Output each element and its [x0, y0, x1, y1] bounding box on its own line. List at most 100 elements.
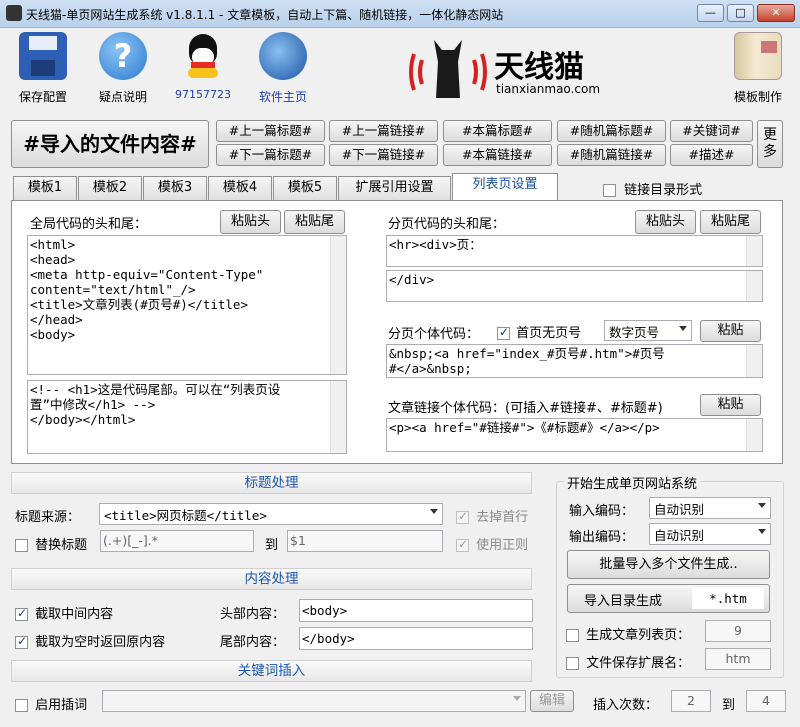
single-code-scrollbar[interactable]: [746, 345, 762, 377]
article-code-scrollbar[interactable]: [746, 419, 762, 451]
insert-count-to[interactable]: 4: [746, 690, 786, 712]
logo: 天线猫 tianxianmao.com: [408, 32, 608, 102]
ext-input[interactable]: htm: [705, 648, 771, 670]
chevron-down-icon: [679, 326, 687, 331]
use-regex-checkbox[interactable]: 使用正则: [456, 534, 528, 553]
qq-button[interactable]: 97157723: [167, 32, 239, 101]
tail-code-textarea[interactable]: <!-- <h1>这是代码尾部。可以在“列表页设 置”中修改</h1> --> …: [27, 380, 347, 454]
empty-return-checkbox[interactable]: 截取为空时返回原内容: [15, 631, 165, 650]
title-bar: 天线猫-单页网站生成系统 v1.8.1.1 - 文章模板，自动上下篇、随机链接，…: [0, 0, 800, 28]
single-code-textarea[interactable]: &nbsp;<a href="index_#页号#.htm">#页号 #</a>…: [386, 344, 763, 378]
enable-keyword-checkbox[interactable]: 启用插词: [15, 694, 87, 713]
page-head-textarea[interactable]: <hr><div>页：: [386, 235, 763, 267]
tag-button[interactable]: #随机篇链接#: [557, 144, 666, 166]
use-regex-check[interactable]: [456, 537, 469, 552]
single-paste-button[interactable]: 粘贴: [700, 320, 761, 342]
first-no-num-checkbox[interactable]: 首页无页号: [497, 322, 581, 341]
replace-from-input[interactable]: (.+)[_-].*: [100, 530, 254, 552]
question-icon: ?: [99, 32, 147, 80]
input-enc-label: 输入编码：: [569, 504, 635, 519]
gen-list-checkbox[interactable]: 生成文章列表页：: [566, 624, 690, 643]
page-paste-head-button[interactable]: 粘贴头: [635, 210, 696, 234]
insert-count-label: 插入次数：: [593, 698, 659, 713]
tag-button[interactable]: #下一篇链接#: [329, 144, 438, 166]
tab-1[interactable]: 模板1: [13, 176, 77, 200]
window-title: 天线猫-单页网站生成系统 v1.8.1.1 - 文章模板，自动上下篇、随机链接，…: [26, 8, 504, 22]
tail-content-label: 尾部内容：: [220, 635, 286, 650]
paste-head-button[interactable]: 粘贴头: [220, 210, 281, 234]
more-tags-button[interactable]: 更多: [757, 120, 783, 168]
gen-list-check[interactable]: [566, 629, 579, 642]
tag-button[interactable]: #本篇链接#: [443, 144, 552, 166]
keyword-header: 关键词插入: [11, 660, 532, 682]
first-no-num-check[interactable]: [497, 325, 510, 340]
global-code-label: 全局代码的头和尾：: [30, 217, 148, 232]
batch-import-button[interactable]: 批量导入多个文件生成..: [567, 550, 770, 579]
keyword-select[interactable]: [102, 690, 526, 712]
tab-7[interactable]: 列表页设置: [452, 173, 558, 201]
input-enc-select[interactable]: 自动识别: [649, 497, 771, 519]
page-tail-scrollbar[interactable]: [746, 271, 762, 301]
page-head-scrollbar[interactable]: [746, 236, 762, 266]
tail-content-input[interactable]: </body>: [299, 627, 533, 650]
homepage-button[interactable]: 软件主页: [247, 32, 319, 105]
tab-2[interactable]: 模板2: [78, 176, 142, 200]
ext-check[interactable]: [566, 657, 579, 670]
maximize-button[interactable]: □: [727, 4, 754, 22]
page-paste-tail-button[interactable]: 粘贴尾: [700, 210, 761, 234]
replace-title-checkbox[interactable]: 替换标题: [15, 534, 87, 553]
page-tail-textarea[interactable]: </div>: [386, 270, 763, 302]
article-code-label: 文章链接个体代码：(可插入#链接#、#标题#): [388, 401, 663, 416]
tag-button[interactable]: #随机篇标题#: [557, 120, 666, 142]
chevron-down-icon: [758, 503, 766, 508]
link-dir-check[interactable]: [603, 184, 616, 197]
help-button[interactable]: ? 疑点说明: [87, 32, 159, 105]
app-icon: [6, 5, 22, 21]
tag-button[interactable]: #上一篇标题#: [216, 120, 325, 142]
insert-count-from[interactable]: 2: [671, 690, 711, 712]
tab-4[interactable]: 模板4: [208, 176, 272, 200]
cut-middle-checkbox[interactable]: 截取中间内容: [15, 603, 113, 622]
replace-title-check[interactable]: [15, 539, 28, 552]
tab-5[interactable]: 模板5: [273, 176, 337, 200]
head-content-input[interactable]: <body>: [299, 599, 533, 622]
article-paste-button[interactable]: 粘贴: [700, 394, 761, 416]
import-content-tag-button[interactable]: #导入的文件内容#: [11, 120, 209, 168]
paste-tail-button[interactable]: 粘贴尾: [284, 210, 345, 234]
output-enc-select[interactable]: 自动识别: [649, 523, 771, 545]
remove-first-check[interactable]: [456, 509, 469, 524]
dir-pattern-input[interactable]: *.htm: [692, 588, 764, 609]
tag-button[interactable]: #描述#: [670, 144, 753, 166]
generate-header: 开始生成单页网站系统: [564, 473, 701, 492]
keyword-edit-button[interactable]: 编辑: [530, 690, 574, 712]
floppy-icon: [19, 32, 67, 80]
empty-return-check[interactable]: [15, 634, 28, 649]
close-button[interactable]: ✕: [757, 4, 795, 22]
single-code-label: 分页个体代码：: [388, 327, 480, 342]
cut-middle-check[interactable]: [15, 606, 28, 621]
minimize-button[interactable]: —: [697, 4, 724, 22]
tail-code-scrollbar[interactable]: [330, 381, 346, 453]
tab-6[interactable]: 扩展引用设置: [338, 176, 451, 200]
save-config-button[interactable]: 保存配置: [7, 32, 79, 105]
template-make-button[interactable]: 模板制作: [722, 32, 794, 105]
remove-first-checkbox[interactable]: 去掉首行: [456, 506, 528, 525]
tag-button[interactable]: #关键词#: [670, 120, 753, 142]
ext-checkbox[interactable]: 文件保存扩展名：: [566, 652, 690, 671]
list-count-input[interactable]: 9: [705, 620, 771, 642]
enable-keyword-check[interactable]: [15, 699, 28, 712]
tab-3[interactable]: 模板3: [143, 176, 207, 200]
page-num-select[interactable]: 数字页号: [604, 320, 692, 341]
tag-button[interactable]: #本篇标题#: [443, 120, 552, 142]
head-content-label: 头部内容：: [220, 607, 286, 622]
title-proc-header: 标题处理: [11, 472, 532, 494]
link-dir-checkbox[interactable]: 链接目录形式: [603, 179, 702, 198]
article-code-textarea[interactable]: <p><a href="#链接#">《#标题#》</a></p>: [386, 418, 763, 452]
replace-to-input[interactable]: $1: [287, 530, 443, 552]
title-source-select[interactable]: <title>网页标题</title>: [99, 503, 443, 525]
tag-button[interactable]: #上一篇链接#: [329, 120, 438, 142]
tag-button[interactable]: #下一篇标题#: [216, 144, 325, 166]
head-code-scrollbar[interactable]: [330, 236, 346, 374]
dir-import-button[interactable]: 导入目录生成 *.htm: [567, 584, 770, 613]
head-code-textarea[interactable]: <html> <head> <meta http-equiv="Content-…: [27, 235, 347, 375]
